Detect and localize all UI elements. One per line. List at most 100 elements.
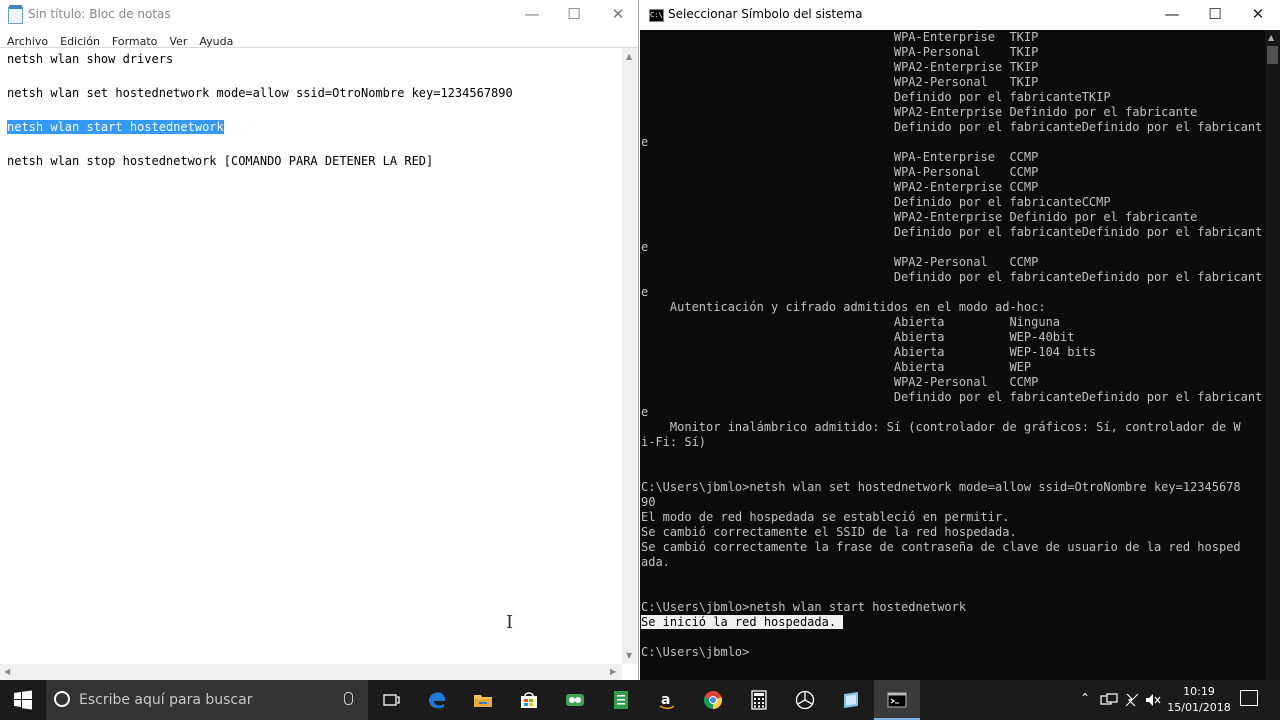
edge-icon <box>429 692 445 709</box>
chrome-icon <box>703 691 723 709</box>
taskbar-blue-app[interactable] <box>828 680 874 720</box>
text-line-selected: netsh wlan start hostednetwork <box>7 120 224 134</box>
text-line: netsh wlan show drivers <box>7 52 174 66</box>
console-line: WPA2-Personal CCMP <box>641 255 1039 269</box>
console-line: WPA2-Enterprise TKIP <box>641 60 1039 74</box>
taskbar-calculator[interactable] <box>736 680 782 720</box>
console-line: WPA-Enterprise CCMP <box>641 150 1039 164</box>
notepad-vertical-scrollbar[interactable]: ▲ ▼ <box>622 48 638 664</box>
console-line: Autenticación y cifrado admitidos en el … <box>641 300 1046 314</box>
console-line: e <box>641 285 649 299</box>
network-icon[interactable] <box>1100 693 1118 707</box>
menu-ver[interactable]: Ver <box>162 34 192 48</box>
battery-plug-icon[interactable] <box>1124 692 1140 708</box>
console-line: Monitor inalámbrico admitido: Sí (contro… <box>641 420 1241 434</box>
taskbar-amazon[interactable]: a <box>644 680 690 720</box>
console-line: Definido por el fabricanteTKIP <box>641 90 1111 104</box>
taskbar-spreadsheet-app[interactable] <box>598 680 644 720</box>
console-line: C:\Users\jbmlo> <box>641 645 750 659</box>
console-line: Definido por el fabricanteDefinido por e… <box>641 270 1263 284</box>
text-line: netsh wlan set hostednetwork mode=allow … <box>7 86 513 100</box>
console-line: Definido por el fabricanteDefinido por e… <box>641 225 1263 239</box>
menu-formato[interactable]: Formato <box>105 34 163 48</box>
console-line: WPA-Personal CCMP <box>641 165 1039 179</box>
console-line: ada. <box>641 555 670 569</box>
scroll-thumb[interactable] <box>1267 46 1278 64</box>
console-line: WPA2-Personal CCMP <box>641 375 1039 389</box>
console-line: e <box>641 135 649 149</box>
close-button[interactable]: ✕ <box>1236 0 1280 30</box>
clock-time: 10:19 <box>1183 685 1215 698</box>
green-spreadsheet-icon <box>614 691 628 709</box>
cmd-vertical-scrollbar[interactable]: ▲ <box>1265 30 1280 680</box>
console-line: 90 <box>641 495 656 509</box>
console-line: Se cambió correctamente el SSID de la re… <box>641 525 1017 539</box>
store-icon <box>521 692 537 708</box>
notepad-horizontal-scrollbar[interactable]: ◀ ▶ <box>0 664 622 680</box>
notepad-text-area[interactable]: netsh wlan show drivers netsh wlan set h… <box>0 48 622 664</box>
cmd-window: C:\ Seleccionar Símbolo del sistema — ☐ … <box>640 0 1280 680</box>
console-line: e <box>641 240 649 254</box>
clock-date: 15/01/2018 <box>1167 701 1231 714</box>
action-center-icon[interactable] <box>1240 690 1258 706</box>
maximize-button[interactable]: ☐ <box>1193 0 1237 30</box>
menu-ayuda[interactable]: Ayuda <box>192 34 238 48</box>
ibeam-cursor-icon: I <box>506 612 514 633</box>
scroll-right-arrow-icon[interactable]: ▶ <box>610 667 616 676</box>
taskbar-store[interactable] <box>506 680 552 720</box>
console-line: Abierta WEP-104 bits <box>641 345 1097 359</box>
taskbar-green-app[interactable] <box>552 680 598 720</box>
green-app-icon <box>566 694 584 706</box>
notepad-icon <box>8 5 23 24</box>
notepad-title: Sin título: Bloc de notas <box>28 7 171 21</box>
cmd-icon <box>887 692 907 708</box>
maximize-button[interactable]: ☐ <box>552 0 596 30</box>
console-line: WPA2-Enterprise CCMP <box>641 180 1039 194</box>
start-button[interactable] <box>0 680 46 720</box>
scroll-left-arrow-icon[interactable]: ◀ <box>4 667 10 676</box>
text-line: netsh wlan stop hostednetwork [COMANDO P… <box>7 154 434 168</box>
console-line: WPA-Personal TKIP <box>641 45 1039 59</box>
console-line: WPA-Enterprise TKIP <box>641 30 1039 44</box>
console-line: i-Fi: Sí) <box>641 435 707 449</box>
notepad-window: Sin título: Bloc de notas — ☐ ✕ Archivo E… <box>0 0 639 680</box>
show-hidden-icons-chevron-icon[interactable]: ⌃ <box>1080 691 1090 705</box>
volume-muted-icon[interactable] <box>1144 692 1162 708</box>
search-box[interactable]: Escribe aquí para buscar <box>46 680 368 720</box>
svg-text:a: a <box>661 692 670 708</box>
console-line: C:\Users\jbmlo>netsh wlan start hostedne… <box>641 600 967 614</box>
search-placeholder: Escribe aquí para buscar <box>79 692 253 708</box>
notepad-titlebar[interactable]: Sin título: Bloc de notas — ☐ ✕ <box>0 0 638 30</box>
taskbar-chrome[interactable] <box>690 680 736 720</box>
media-app-icon <box>795 690 815 710</box>
minimize-button[interactable]: — <box>510 0 554 30</box>
menu-archivo[interactable]: Archivo <box>0 34 53 48</box>
scroll-down-arrow-icon[interactable]: ▼ <box>626 651 632 660</box>
calculator-icon <box>751 690 767 710</box>
task-view-button[interactable] <box>368 680 414 720</box>
cmd-titlebar[interactable]: C:\ Seleccionar Símbolo del sistema — ☐ … <box>640 0 1280 30</box>
scroll-up-arrow-icon[interactable]: ▲ <box>626 52 632 61</box>
console-line: C:\Users\jbmlo>netsh wlan set hostednetw… <box>641 480 1241 494</box>
console-output[interactable]: WPA-Enterprise TKIP WPA-Personal TKIP WP… <box>641 30 1265 680</box>
scroll-up-arrow-icon[interactable]: ▲ <box>1268 33 1274 42</box>
console-line: WPA2-Enterprise Definido por el fabrican… <box>641 210 1198 224</box>
taskbar-file-explorer[interactable] <box>460 680 506 720</box>
console-line: Abierta WEP-40bit <box>641 330 1075 344</box>
close-button[interactable]: ✕ <box>596 0 640 30</box>
windows-logo-icon <box>14 690 32 710</box>
console-line: Se inició la red hospedada. <box>641 615 844 629</box>
taskbar-media-app[interactable] <box>782 680 828 720</box>
clock[interactable]: 10:19 15/01/2018 <box>1162 684 1236 716</box>
console-line: Abierta WEP <box>641 360 1032 374</box>
taskbar-cmd[interactable] <box>874 680 920 720</box>
minimize-button[interactable]: — <box>1150 0 1194 30</box>
menu-edicion[interactable]: Edición <box>53 34 105 48</box>
console-line: Definido por el fabricanteDefinido por e… <box>641 390 1263 404</box>
console-line: Abierta Ninguna <box>641 315 1061 329</box>
microphone-icon[interactable] <box>344 692 353 705</box>
taskbar-edge[interactable] <box>414 680 460 720</box>
